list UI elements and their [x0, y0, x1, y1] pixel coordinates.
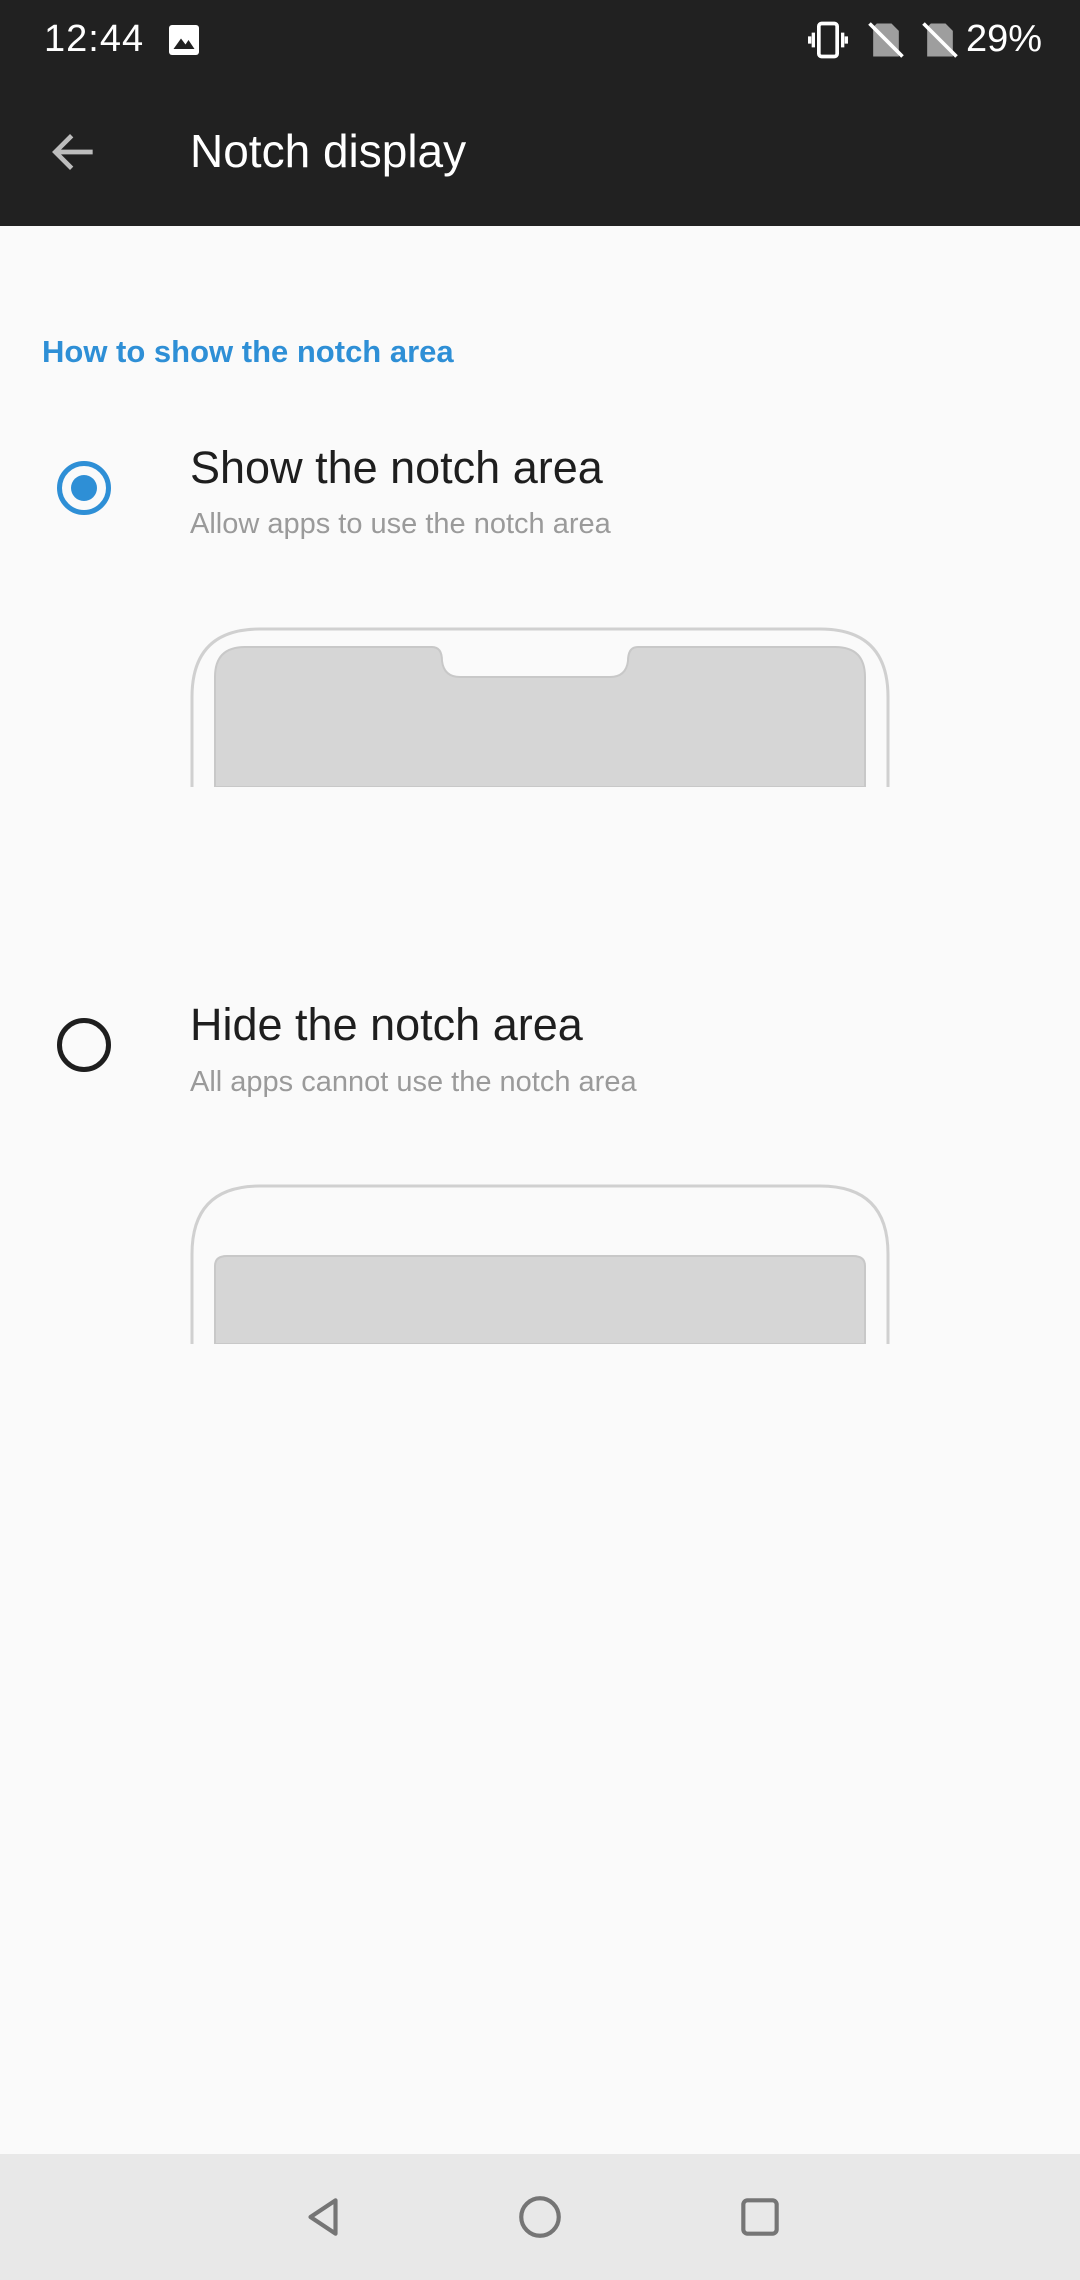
home-icon[interactable]	[515, 2192, 565, 2242]
notch-shown-illustration	[190, 627, 890, 787]
option-title: Show the notch area	[190, 442, 603, 493]
navigation-bar	[0, 2154, 1080, 2280]
option-title: Hide the notch area	[190, 999, 583, 1050]
notch-hidden-illustration	[190, 1184, 890, 1344]
page-title: Notch display	[190, 125, 467, 177]
vibrate-icon	[808, 21, 848, 59]
app-bar: Notch display	[0, 80, 1080, 226]
status-bar: 12:44 29%	[0, 0, 1080, 80]
back-icon[interactable]	[298, 2192, 348, 2242]
radio-hide-notch[interactable]	[57, 1018, 111, 1072]
battery-percent: 29%	[965, 18, 1042, 60]
option-subtitle: Allow apps to use the notch area	[190, 508, 611, 540]
section-header: How to show the notch area	[42, 334, 454, 369]
no-sim-icon	[922, 22, 958, 58]
recents-icon[interactable]	[735, 2192, 785, 2242]
arrow-back-icon[interactable]	[46, 124, 102, 180]
radio-show-notch[interactable]	[57, 461, 111, 515]
status-time: 12:44	[44, 18, 145, 60]
gallery-icon	[169, 25, 199, 55]
option-subtitle: All apps cannot use the notch area	[190, 1066, 637, 1098]
no-sim-icon	[868, 22, 904, 58]
